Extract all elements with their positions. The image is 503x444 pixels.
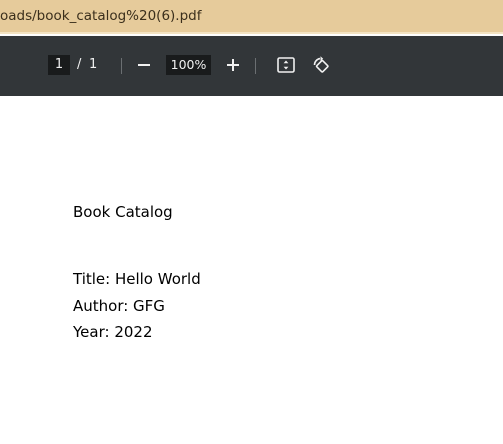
total-pages: 1 [89,57,98,72]
pdf-page: Book Catalog Title: Hello World Author: … [0,96,503,444]
toolbar-divider [255,58,256,74]
zoom-in-button[interactable] [222,54,244,76]
rotate-button[interactable] [310,54,332,76]
rotate-icon [313,56,329,73]
toolbar-divider [121,58,122,74]
url-text[interactable]: oads/book_catalog%20(6).pdf [0,8,202,24]
address-bar[interactable]: oads/book_catalog%20(6).pdf [0,0,503,34]
current-page-input[interactable]: 1 [48,55,70,75]
minus-icon [138,64,150,66]
fit-to-page-button[interactable] [275,54,297,76]
book-title-line: Title: Hello World [73,270,201,288]
zoom-level-input[interactable]: 100% [166,55,211,75]
document-heading: Book Catalog [73,203,173,221]
page-separator: / [77,57,82,72]
pdf-toolbar: 1 / 1 100% [0,36,503,96]
plus-icon [227,59,239,71]
zoom-out-button[interactable] [133,54,155,76]
book-author-line: Author: GFG [73,297,165,315]
book-year-line: Year: 2022 [73,323,153,341]
fit-to-page-icon [277,57,295,73]
